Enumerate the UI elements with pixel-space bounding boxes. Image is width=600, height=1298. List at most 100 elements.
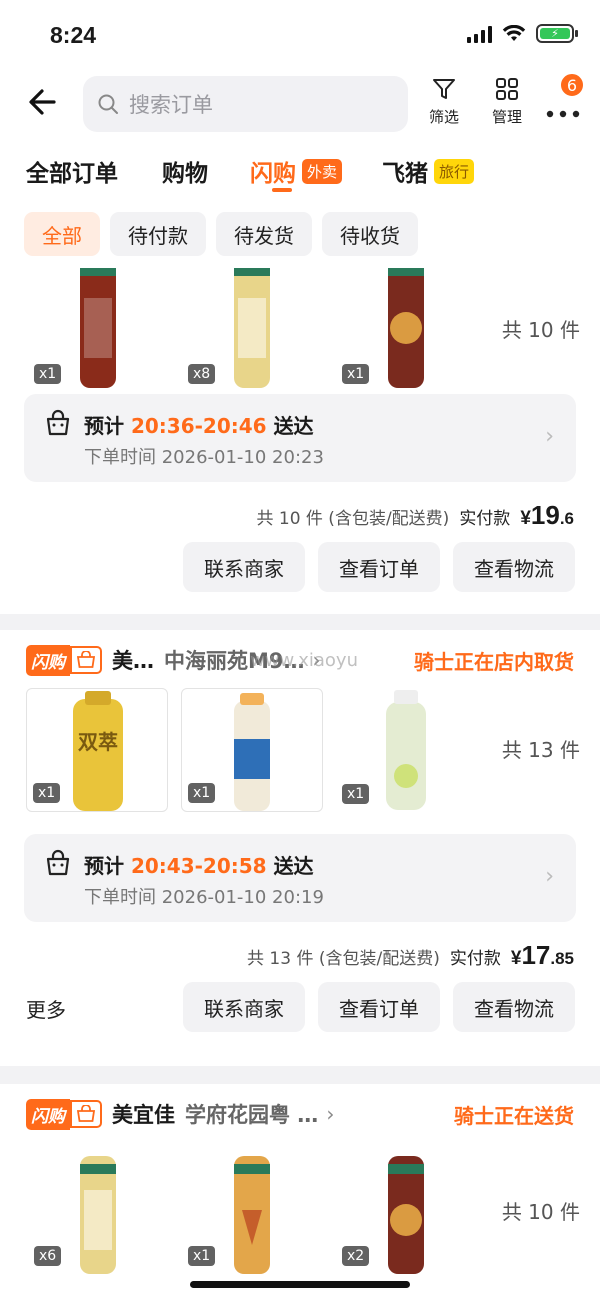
- order-card[interactable]: 闪购 美宜佳 学府花园粤 … › 骑士正在送货 x6 x1 x2 共 10 件: [0, 1084, 600, 1298]
- status-time: 8:24: [50, 22, 97, 48]
- eta-time: 20:43-20:58: [130, 854, 267, 878]
- chip-pending-shipment[interactable]: 待发货: [216, 212, 312, 256]
- tab-tag-lvxing: 旅行: [434, 158, 475, 184]
- wifi-icon: [502, 24, 526, 41]
- item-count: 共 10 件: [501, 318, 580, 342]
- shangou-badge: 闪购: [26, 644, 70, 676]
- view-logistics-button[interactable]: 查看物流: [453, 542, 575, 592]
- eta-suffix: 送达: [273, 854, 314, 878]
- price: ¥19.6: [520, 500, 574, 530]
- view-logistics-button[interactable]: 查看物流: [453, 982, 575, 1032]
- scroll-fade: [440, 1150, 500, 1274]
- order-actions: 联系商家 查看订单 查看物流: [0, 542, 600, 618]
- active-tab-indicator: [272, 188, 292, 192]
- chevron-right-icon: ›: [545, 424, 554, 449]
- notification-badge: 6: [559, 72, 585, 98]
- search-input[interactable]: 搜索订单: [83, 76, 408, 132]
- search-row: 搜索订单 筛选 管理: [0, 72, 600, 142]
- product-thumbnail[interactable]: x1: [28, 268, 168, 392]
- item-count: 共 10 件: [501, 1200, 580, 1224]
- tab-label: 闪购: [250, 161, 296, 187]
- chevron-right-icon: ›: [545, 864, 554, 889]
- quantity-badge: x1: [342, 784, 370, 804]
- shangou-badge: 闪购: [26, 1098, 70, 1130]
- top-bar: 8:24 ⚡ 搜索订单 筛选 管理 6 全部订单 购物 闪购 外卖 飞猪 旅行 …: [0, 0, 600, 268]
- more-dots-icon[interactable]: [543, 96, 583, 126]
- grid-icon: [496, 78, 518, 100]
- product-thumbnail[interactable]: x6: [28, 1150, 168, 1274]
- paid-label: 实付款: [459, 509, 511, 529]
- quantity-badge: x1: [342, 364, 370, 384]
- order-card[interactable]: x1 x8 x1 共 10 件 预计 20:36-20:46 送达 下单时间 2…: [0, 268, 600, 614]
- status-filter-chips: 全部 待付款 待发货 待收货: [0, 212, 600, 268]
- status-icons: ⚡: [467, 24, 578, 43]
- view-order-button[interactable]: 查看订单: [318, 982, 440, 1032]
- svg-text:双萃: 双萃: [78, 730, 118, 754]
- eta-suffix: 送达: [273, 414, 314, 438]
- tab-shopping[interactable]: 购物: [162, 154, 208, 188]
- quantity-badge: x2: [342, 1246, 370, 1266]
- scroll-fade: [440, 268, 500, 392]
- store-name: 美宜佳: [112, 1103, 175, 1127]
- quantity-badge: x6: [34, 1246, 62, 1266]
- tab-label: 购物: [162, 161, 208, 187]
- contact-merchant-button[interactable]: 联系商家: [183, 542, 305, 592]
- rider-status: 骑士正在店内取货: [414, 649, 574, 674]
- view-order-button[interactable]: 查看订单: [318, 542, 440, 592]
- product-row[interactable]: 双萃 x1 x1 x1 共 13 件: [0, 688, 600, 812]
- tab-all-orders[interactable]: 全部订单: [26, 154, 118, 188]
- quantity-badge: x1: [33, 783, 61, 803]
- order-summary: 共 13 件 (含包装/配送费) 实付款 ¥17.85: [0, 922, 600, 982]
- quantity-badge: x8: [188, 364, 216, 384]
- order-time: 下单时间 2026-01-10 20:23: [84, 447, 324, 468]
- watermark: www.xiaoyu: [250, 650, 358, 671]
- quantity-badge: x1: [188, 783, 216, 803]
- eta-time: 20:36-20:46: [130, 414, 267, 438]
- search-icon: [98, 94, 118, 114]
- filter-button[interactable]: 筛选: [414, 76, 474, 127]
- order-tabs: 全部订单 购物 闪购 外卖 飞猪 旅行: [0, 142, 600, 212]
- tab-label: 全部订单: [26, 161, 118, 187]
- eta-line: 预计 20:36-20:46 送达: [84, 410, 314, 439]
- delivery-eta-box[interactable]: 预计 20:43-20:58 送达 下单时间 2026-01-10 20:19 …: [24, 834, 576, 922]
- product-thumbnail[interactable]: 双萃 x1: [26, 688, 168, 812]
- tab-shangou[interactable]: 闪购 外卖: [250, 154, 343, 192]
- price: ¥17.85: [510, 940, 574, 970]
- more-link[interactable]: 更多: [26, 994, 66, 1023]
- paid-label: 实付款: [449, 949, 501, 969]
- battery-icon: ⚡: [536, 24, 578, 43]
- back-arrow-icon[interactable]: [24, 82, 64, 122]
- product-thumbnail[interactable]: x1: [181, 688, 323, 812]
- chip-pending-payment[interactable]: 待付款: [110, 212, 206, 256]
- shop-bag-icon: [70, 646, 102, 674]
- product-thumbnail[interactable]: x1: [182, 1150, 322, 1274]
- order-actions: 更多 联系商家 查看订单 查看物流: [0, 982, 600, 1058]
- search-placeholder: 搜索订单: [129, 93, 213, 117]
- chip-pending-receipt[interactable]: 待收货: [322, 212, 418, 256]
- chip-all[interactable]: 全部: [24, 212, 100, 256]
- order-card[interactable]: 闪购 美… 中海丽苑M9… › 骑士正在店内取货 双萃 x1 x1 x1 共 1…: [0, 630, 600, 1066]
- item-count: 共 13 件: [501, 738, 580, 762]
- order-header[interactable]: 闪购 美宜佳 学府花园粤 … › 骑士正在送货: [0, 1084, 600, 1144]
- store-name: 美…: [112, 649, 154, 673]
- home-indicator[interactable]: [190, 1281, 410, 1288]
- tab-tag-waimai: 外卖: [302, 158, 343, 184]
- filter-label: 筛选: [428, 108, 459, 126]
- chevron-right-icon: ›: [326, 1102, 335, 1126]
- store-branch: 学府花园粤 …: [185, 1103, 319, 1127]
- contact-merchant-button[interactable]: 联系商家: [183, 982, 305, 1032]
- shop-bag-icon: [70, 1100, 102, 1128]
- product-row[interactable]: x6 x1 x2 共 10 件: [0, 1150, 600, 1274]
- shopping-bag-icon: [46, 849, 70, 876]
- summary-text: 共 13 件 (含包装/配送费): [247, 949, 440, 969]
- tab-label: 飞猪: [382, 161, 428, 187]
- tab-feizhu[interactable]: 飞猪 旅行: [382, 154, 475, 188]
- manage-button[interactable]: 管理: [477, 76, 537, 127]
- product-row[interactable]: x1 x8 x1 共 10 件: [0, 268, 600, 392]
- delivery-eta-box[interactable]: 预计 20:36-20:46 送达 下单时间 2026-01-10 20:23 …: [24, 394, 576, 482]
- order-time: 下单时间 2026-01-10 20:19: [84, 887, 324, 908]
- product-thumbnail[interactable]: x8: [182, 268, 322, 392]
- rider-status: 骑士正在送货: [454, 1103, 574, 1128]
- order-summary: 共 10 件 (含包装/配送费) 实付款 ¥19.6: [0, 482, 600, 542]
- quantity-badge: x1: [34, 364, 62, 384]
